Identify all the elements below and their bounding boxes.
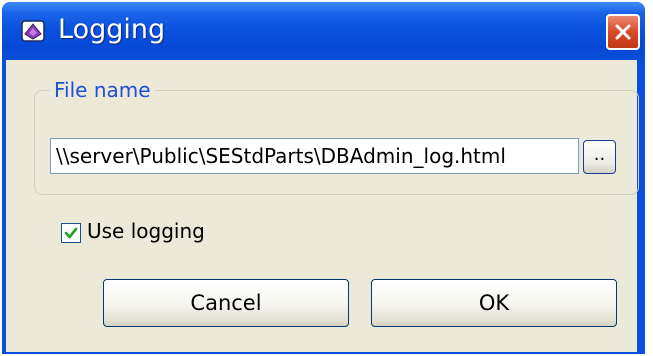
file-name-group-label: File name [50,78,155,102]
browse-button[interactable]: .. [583,140,616,174]
window-title: Logging [58,14,166,45]
cancel-button[interactable]: Cancel [103,279,349,327]
dialog-client-area: File name .. Use logging Cancel OK [6,60,639,352]
close-button[interactable] [606,14,640,50]
window-bottom-border [2,352,645,354]
use-logging-label[interactable]: Use logging [87,219,205,243]
close-icon [615,24,631,40]
file-path-input[interactable] [50,138,579,174]
checkmark-icon [64,227,78,239]
app-book-icon [20,18,46,44]
title-bar[interactable]: Logging [2,2,645,62]
ok-button[interactable]: OK [371,279,617,327]
use-logging-checkbox[interactable] [61,223,81,243]
